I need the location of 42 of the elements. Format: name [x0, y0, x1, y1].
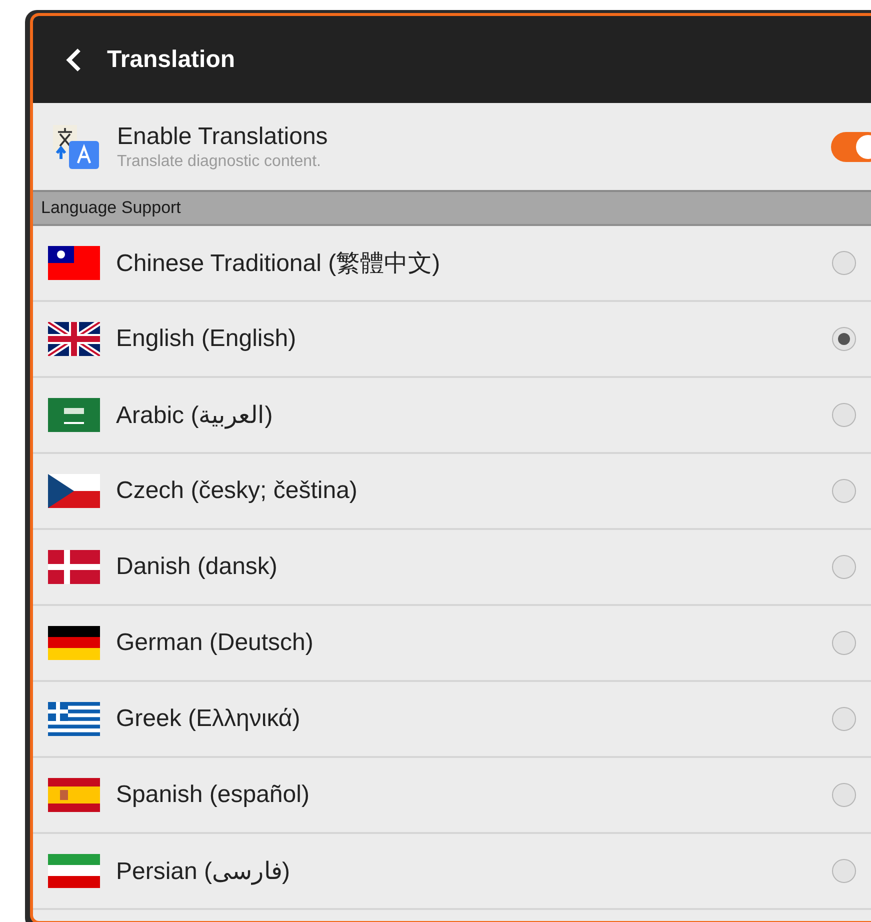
radio-button[interactable] — [832, 707, 856, 731]
flag-icon — [48, 398, 100, 432]
language-label: Persian (فارسی) — [116, 856, 292, 886]
language-item[interactable]: English (English) — [33, 302, 871, 378]
radio-button[interactable] — [832, 783, 856, 807]
language-item[interactable]: Persian (فارسی) — [33, 834, 871, 910]
language-item[interactable]: Greek (Ελληνικά) — [33, 682, 871, 758]
radio-button[interactable] — [832, 631, 856, 655]
language-item[interactable]: Spanish (español) — [33, 758, 871, 834]
language-item[interactable]: Chinese Traditional (繁體中文) — [33, 226, 871, 302]
language-label: Czech (česky; čeština) — [116, 477, 358, 505]
flag-icon — [48, 778, 100, 812]
radio-button[interactable] — [832, 251, 856, 275]
language-item[interactable]: Danish (dansk) — [33, 530, 871, 606]
toggle-switch[interactable] — [831, 132, 871, 162]
language-item[interactable]: German (Deutsch) — [33, 606, 871, 682]
language-label: Arabic (العربية) — [116, 400, 274, 430]
radio-button[interactable] — [832, 479, 856, 503]
radio-button[interactable] — [832, 555, 856, 579]
flag-icon — [48, 474, 100, 508]
setting-title: Enable Translations — [117, 122, 329, 150]
radio-button[interactable] — [832, 327, 856, 351]
flag-icon — [48, 322, 100, 356]
setting-description: Translate diagnostic content. — [117, 152, 322, 170]
radio-button[interactable] — [832, 403, 856, 427]
language-label: Spanish (español) — [116, 781, 310, 809]
section-title: Language Support — [41, 198, 181, 218]
flag-icon — [48, 246, 100, 280]
flag-icon — [48, 626, 100, 660]
language-label: German (Deutsch) — [116, 629, 314, 657]
language-label: Greek (Ελληνικά) — [116, 705, 302, 733]
flag-icon — [48, 702, 100, 736]
language-label: Danish (dansk) — [116, 553, 278, 581]
translate-icon — [51, 124, 101, 168]
language-label: English (English) — [116, 325, 298, 353]
flag-icon — [48, 854, 100, 888]
language-item[interactable]: Arabic (العربية) — [33, 378, 871, 454]
page-title: Translation — [107, 46, 236, 74]
language-label: Chinese Traditional (繁體中文) — [116, 249, 442, 279]
flag-icon — [48, 550, 100, 584]
radio-button[interactable] — [832, 859, 856, 883]
language-item[interactable]: Czech (česky; čeština) — [33, 454, 871, 530]
